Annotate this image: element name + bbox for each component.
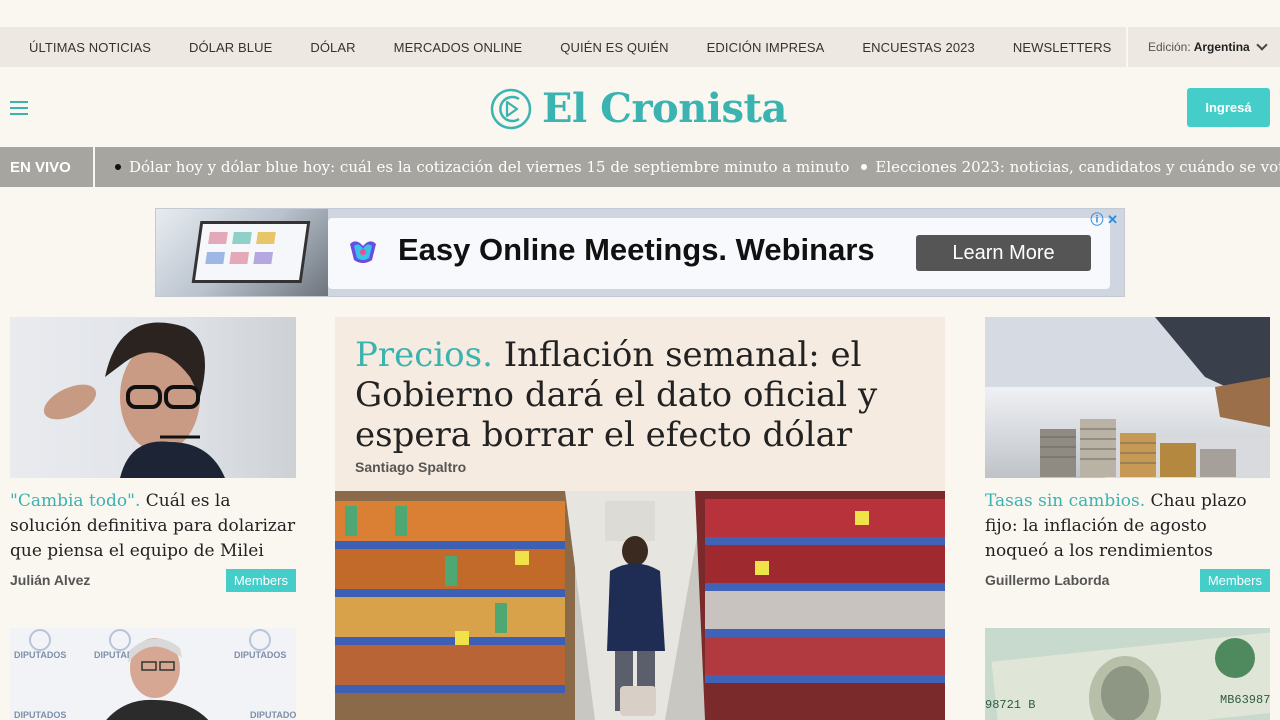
- nav-item-ultimas-noticias[interactable]: ÚLTIMAS NOTICIAS: [29, 40, 151, 55]
- live-ticker: EN VIVO Dólar hoy y dólar blue hoy: cuál…: [0, 147, 1280, 187]
- right-story-image[interactable]: [985, 317, 1270, 478]
- ad-choices-icon[interactable]: ⓘ ✕: [1090, 209, 1118, 228]
- ticker-items: Dólar hoy y dólar blue hoy: cuál es la c…: [95, 158, 1280, 176]
- advertisement-banner[interactable]: Easy Online Meetings. Webinars Learn Mor…: [155, 208, 1125, 297]
- nav-item-quien-es-quien[interactable]: QUIÉN ES QUIÉN: [560, 40, 668, 55]
- cronista-logo-icon: [490, 88, 532, 129]
- right-story[interactable]: Tasas sin cambios. Chau plazo fijo: la i…: [985, 317, 1270, 592]
- right-story-headline[interactable]: Tasas sin cambios. Chau plazo fijo: la i…: [985, 489, 1270, 564]
- nav-item-edicion-impresa[interactable]: EDICIÓN IMPRESA: [707, 40, 825, 55]
- left-story[interactable]: "Cambia todo". Cuál es la solución defin…: [10, 317, 296, 592]
- nav-item-dolar[interactable]: DÓLAR: [310, 40, 355, 55]
- svg-text:DIPUTADOS: DIPUTADOS: [14, 710, 66, 720]
- members-badge[interactable]: Members: [1199, 568, 1270, 592]
- members-badge[interactable]: Members: [225, 568, 296, 592]
- live-label: EN VIVO: [0, 147, 95, 187]
- bullet-icon: [861, 163, 868, 170]
- bullet-icon: [115, 163, 121, 170]
- chevron-down-icon: [1256, 38, 1268, 51]
- right-story-author[interactable]: Guillermo Laborda: [985, 572, 1109, 588]
- left-story-headline[interactable]: "Cambia todo". Cuál es la solución defin…: [10, 489, 296, 564]
- ad-image: [156, 209, 328, 296]
- left-story-2-image[interactable]: DIPUTADOS DIPUTADOS DIPUTADOS DIPUTADOS …: [10, 628, 296, 720]
- nav-item-newsletters[interactable]: NEWSLETTERS: [1013, 40, 1112, 55]
- ticker-item[interactable]: Elecciones 2023: noticias, candidatos y …: [861, 158, 1280, 176]
- svg-text:DIPUTADOS: DIPUTADOS: [14, 650, 66, 660]
- logo-text: El Cronista: [542, 85, 787, 132]
- main-story-headline[interactable]: Precios. Inflación semanal: el Gobierno …: [335, 317, 945, 455]
- svg-text:MB63987: MB63987: [1220, 693, 1270, 707]
- ticker-item[interactable]: Dólar hoy y dólar blue hoy: cuál es la c…: [115, 158, 849, 176]
- svg-text:DIPUTADOS: DIPUTADOS: [234, 650, 286, 660]
- top-nav: ÚLTIMAS NOTICIAS DÓLAR BLUE DÓLAR MERCAD…: [0, 27, 1280, 67]
- main-story-image[interactable]: [335, 491, 945, 720]
- edition-value: Argentina: [1193, 40, 1250, 54]
- edition-label: Edición:: [1148, 40, 1191, 54]
- left-story-image[interactable]: [10, 317, 296, 478]
- nav-item-dolar-blue[interactable]: DÓLAR BLUE: [189, 40, 272, 55]
- left-story-author[interactable]: Julián Alvez: [10, 572, 90, 588]
- top-nav-items: ÚLTIMAS NOTICIAS DÓLAR BLUE DÓLAR MERCAD…: [0, 27, 1149, 67]
- edition-selector[interactable]: Edición: Argentina: [1126, 27, 1280, 67]
- login-button[interactable]: Ingresá: [1187, 88, 1270, 127]
- svg-text:DIPUTADO: DIPUTADO: [250, 710, 296, 720]
- nav-item-mercados-online[interactable]: MERCADOS ONLINE: [394, 40, 523, 55]
- main-story-author[interactable]: Santiago Spaltro: [335, 455, 945, 475]
- nav-item-encuestas-2023[interactable]: ENCUESTAS 2023: [862, 40, 974, 55]
- main-story[interactable]: Precios. Inflación semanal: el Gobierno …: [335, 317, 945, 720]
- hamburger-menu-icon[interactable]: [10, 101, 28, 115]
- conference-logo-icon: [350, 241, 376, 263]
- site-header: El Cronista Ingresá: [0, 67, 1280, 147]
- site-logo[interactable]: El Cronista: [490, 85, 787, 132]
- right-story-2-image[interactable]: MB63987 98721 B: [985, 628, 1270, 720]
- ad-card: Easy Online Meetings. Webinars Learn Mor…: [328, 218, 1110, 289]
- learn-more-button[interactable]: Learn More: [916, 235, 1091, 271]
- svg-text:98721 B: 98721 B: [985, 698, 1035, 712]
- ad-title: Easy Online Meetings. Webinars: [398, 232, 875, 267]
